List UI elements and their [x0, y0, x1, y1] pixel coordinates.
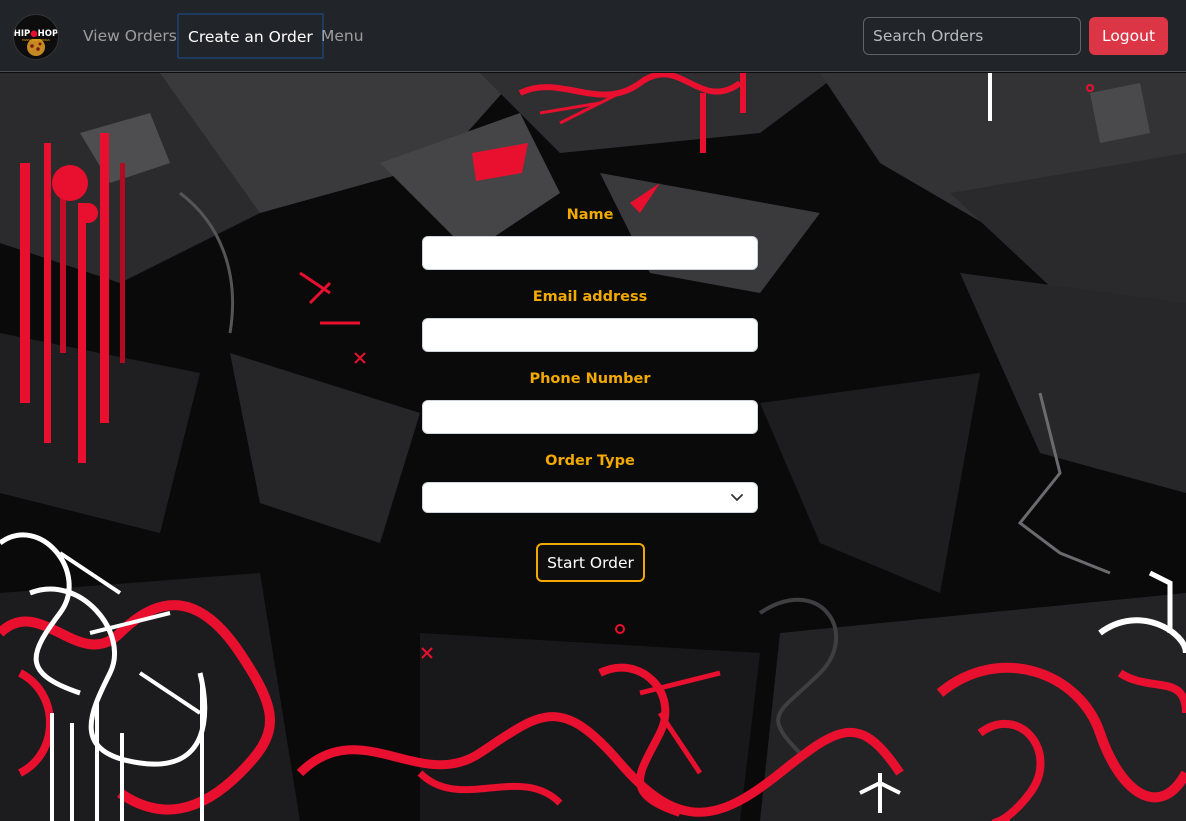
order-type-label: Order Type [545, 453, 635, 469]
chevron-down-icon [731, 494, 743, 502]
graffiti-background [0, 73, 1186, 821]
name-input[interactable] [422, 236, 758, 270]
phone-input[interactable] [422, 400, 758, 434]
nav-create-order[interactable]: Create an Order [177, 13, 324, 59]
navbar: HIP●HOP PIZZA AND WINGS View Orders Crea… [0, 0, 1186, 72]
phone-label: Phone Number [529, 371, 651, 387]
order-type-select[interactable] [422, 482, 758, 513]
nav-view-orders[interactable]: View Orders [83, 26, 177, 46]
logout-button[interactable]: Logout [1089, 17, 1168, 55]
nav-menu[interactable]: Menu [321, 26, 364, 46]
logo[interactable]: HIP●HOP PIZZA AND WINGS [13, 14, 59, 60]
start-order-button[interactable]: Start Order [536, 543, 645, 582]
email-label: Email address [532, 289, 648, 305]
search-input[interactable] [863, 17, 1081, 55]
email-input[interactable] [422, 318, 758, 352]
svg-text:PIZZA AND WINGS: PIZZA AND WINGS [22, 38, 50, 42]
name-label: Name [566, 207, 614, 223]
hiphop-pizza-logo-icon: HIP●HOP PIZZA AND WINGS [14, 15, 58, 59]
